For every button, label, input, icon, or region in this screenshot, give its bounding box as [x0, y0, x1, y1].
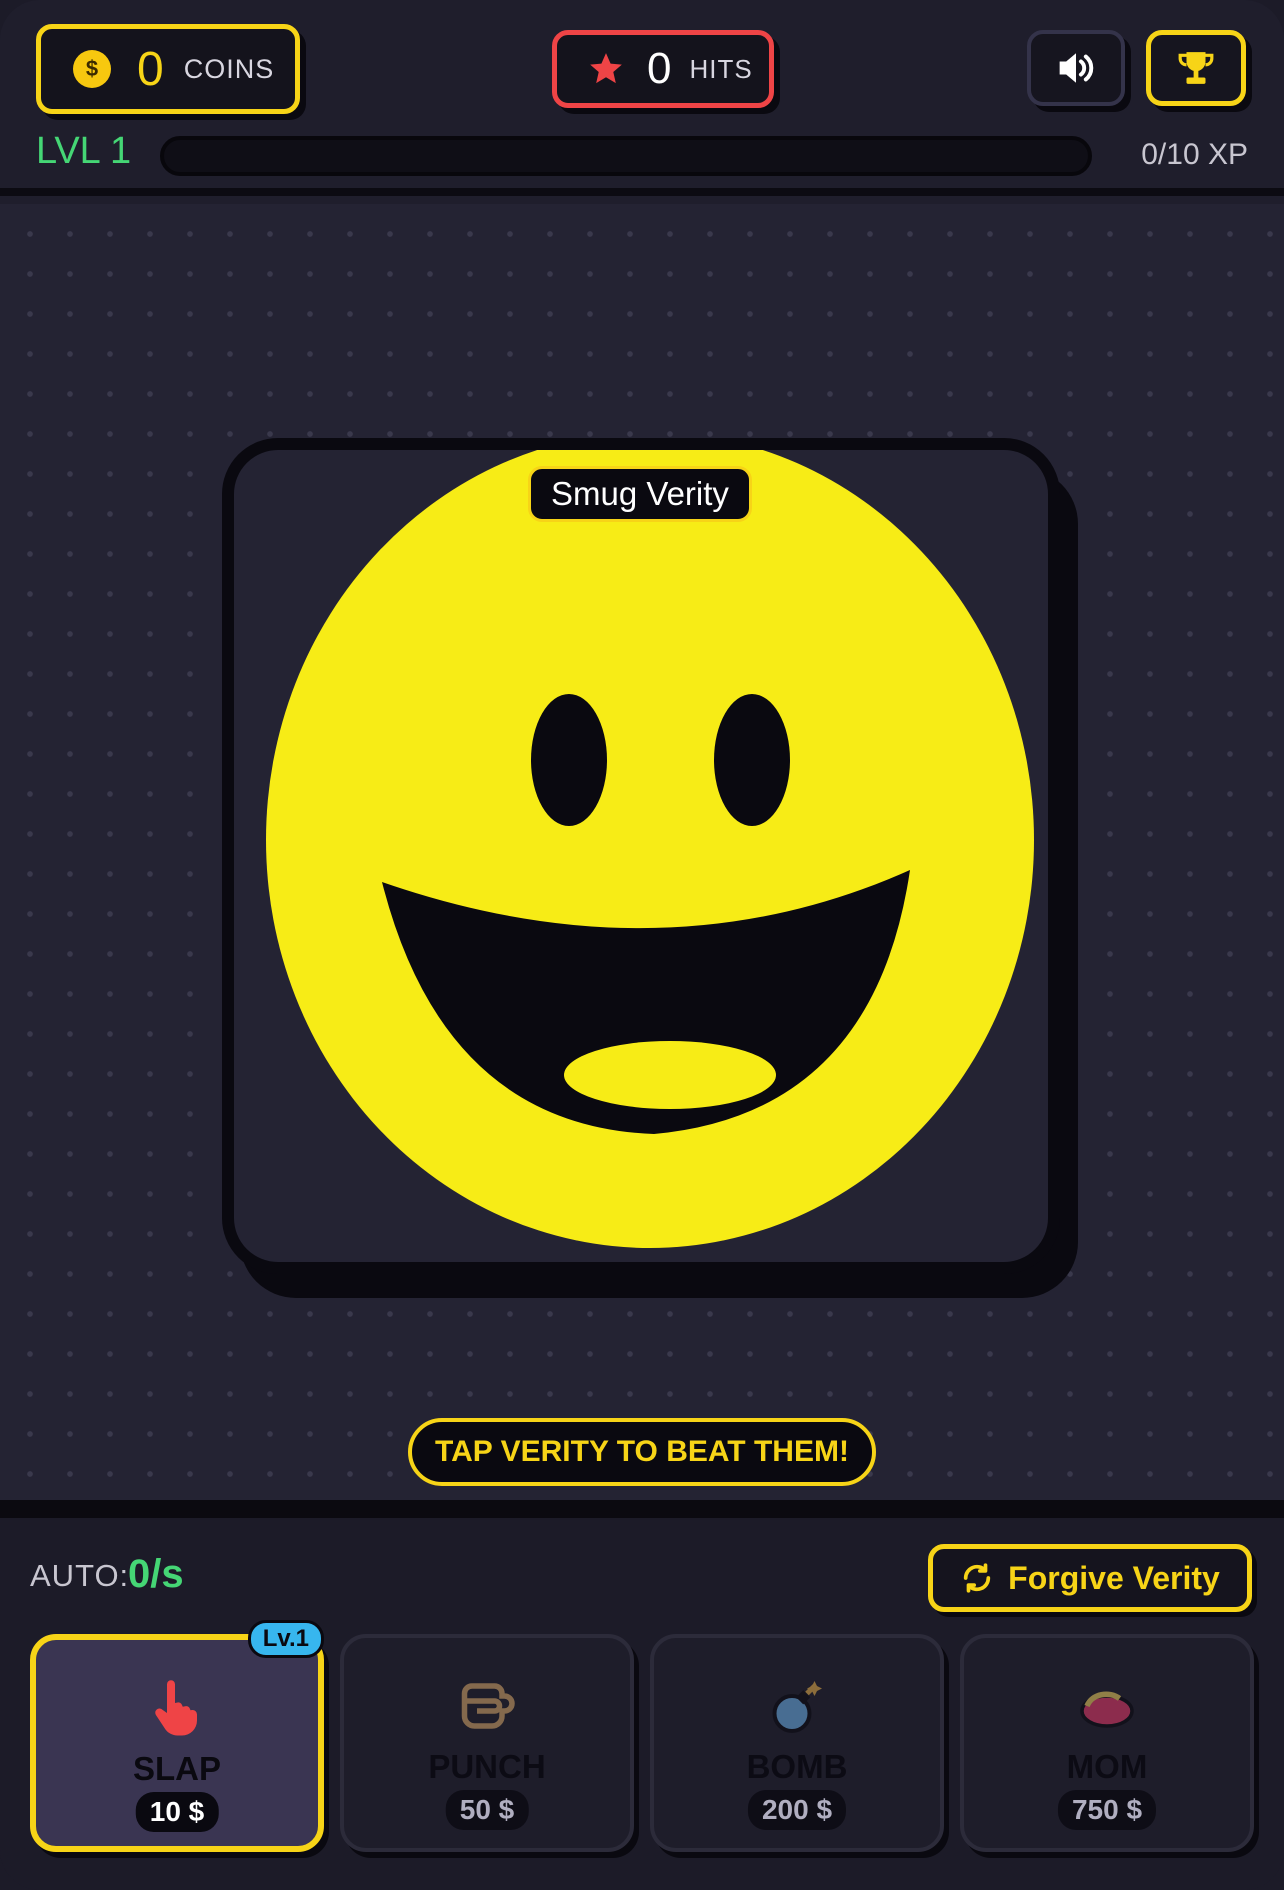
target-name-tag: Smug Verity	[528, 466, 752, 522]
fist-icon	[461, 1683, 515, 1729]
xp-progress-bar	[160, 136, 1092, 176]
forgive-label: Forgive Verity	[1008, 1559, 1220, 1596]
weapon-punch-button[interactable]: PUNCH 50 $	[340, 1634, 634, 1852]
coins-counter: $ 0 COINS	[36, 24, 300, 114]
weapon-grid: Lv.1 SLAP 10 $ PUNCH 50 $ BOMB 200 $ MOM…	[30, 1620, 1254, 1852]
hits-counter: 0 HITS	[552, 30, 774, 108]
level-label: LVL 1	[36, 130, 132, 172]
weapon-bomb-button[interactable]: BOMB 200 $	[650, 1634, 944, 1852]
auto-rate-value: 0/s	[128, 1552, 184, 1596]
refresh-icon	[963, 1563, 991, 1593]
weapon-price: 50 $	[445, 1790, 529, 1830]
coins-label: COINS	[183, 53, 275, 84]
leaderboard-button[interactable]	[1146, 30, 1246, 106]
weapon-price: 200 $	[747, 1790, 847, 1830]
coin-icon: $	[73, 50, 111, 88]
weapon-price: 750 $	[1057, 1790, 1157, 1830]
bomb-icon	[772, 1681, 822, 1733]
weapon-slap-button[interactable]: Lv.1 SLAP 10 $	[30, 1620, 324, 1852]
pointing-hand-icon	[155, 1680, 198, 1736]
sound-toggle-button[interactable]	[1027, 30, 1125, 106]
target-card[interactable]	[222, 438, 1060, 1274]
forgive-button[interactable]: Forgive Verity	[928, 1544, 1252, 1612]
arena-area: TAP VERITY TO BEAT THEM!	[0, 204, 1284, 1500]
coins-value: 0	[137, 42, 164, 96]
weapon-name: SLAP	[132, 1750, 221, 1787]
auto-label: AUTO:	[30, 1558, 130, 1593]
weapon-name: MOM	[1066, 1748, 1148, 1785]
weapon-mom-button[interactable]: MOM 750 $	[960, 1634, 1254, 1852]
smiley-face-target	[266, 450, 1034, 1248]
trophy-icon	[1178, 52, 1214, 84]
tap-hint-banner: TAP VERITY TO BEAT THEM!	[408, 1418, 876, 1486]
weapon-price: 10 $	[135, 1792, 219, 1832]
weapon-name: PUNCH	[428, 1748, 546, 1785]
weapon-name: BOMB	[746, 1748, 848, 1785]
level-badge: Lv.1	[247, 1620, 324, 1658]
xp-text: 0/10 XP	[1141, 138, 1248, 171]
header-bar: $ 0 COINS 0 HITS LVL 1 0/10 XP	[0, 0, 1284, 196]
hits-value: 0	[647, 44, 672, 93]
speaker-icon	[1059, 53, 1094, 83]
hits-label: HITS	[689, 53, 753, 84]
star-icon	[590, 53, 622, 84]
game-frame: $ 0 COINS 0 HITS LVL 1 0/10 XP TAP VERIT…	[0, 0, 1284, 1890]
slipper-icon	[1080, 1691, 1134, 1728]
